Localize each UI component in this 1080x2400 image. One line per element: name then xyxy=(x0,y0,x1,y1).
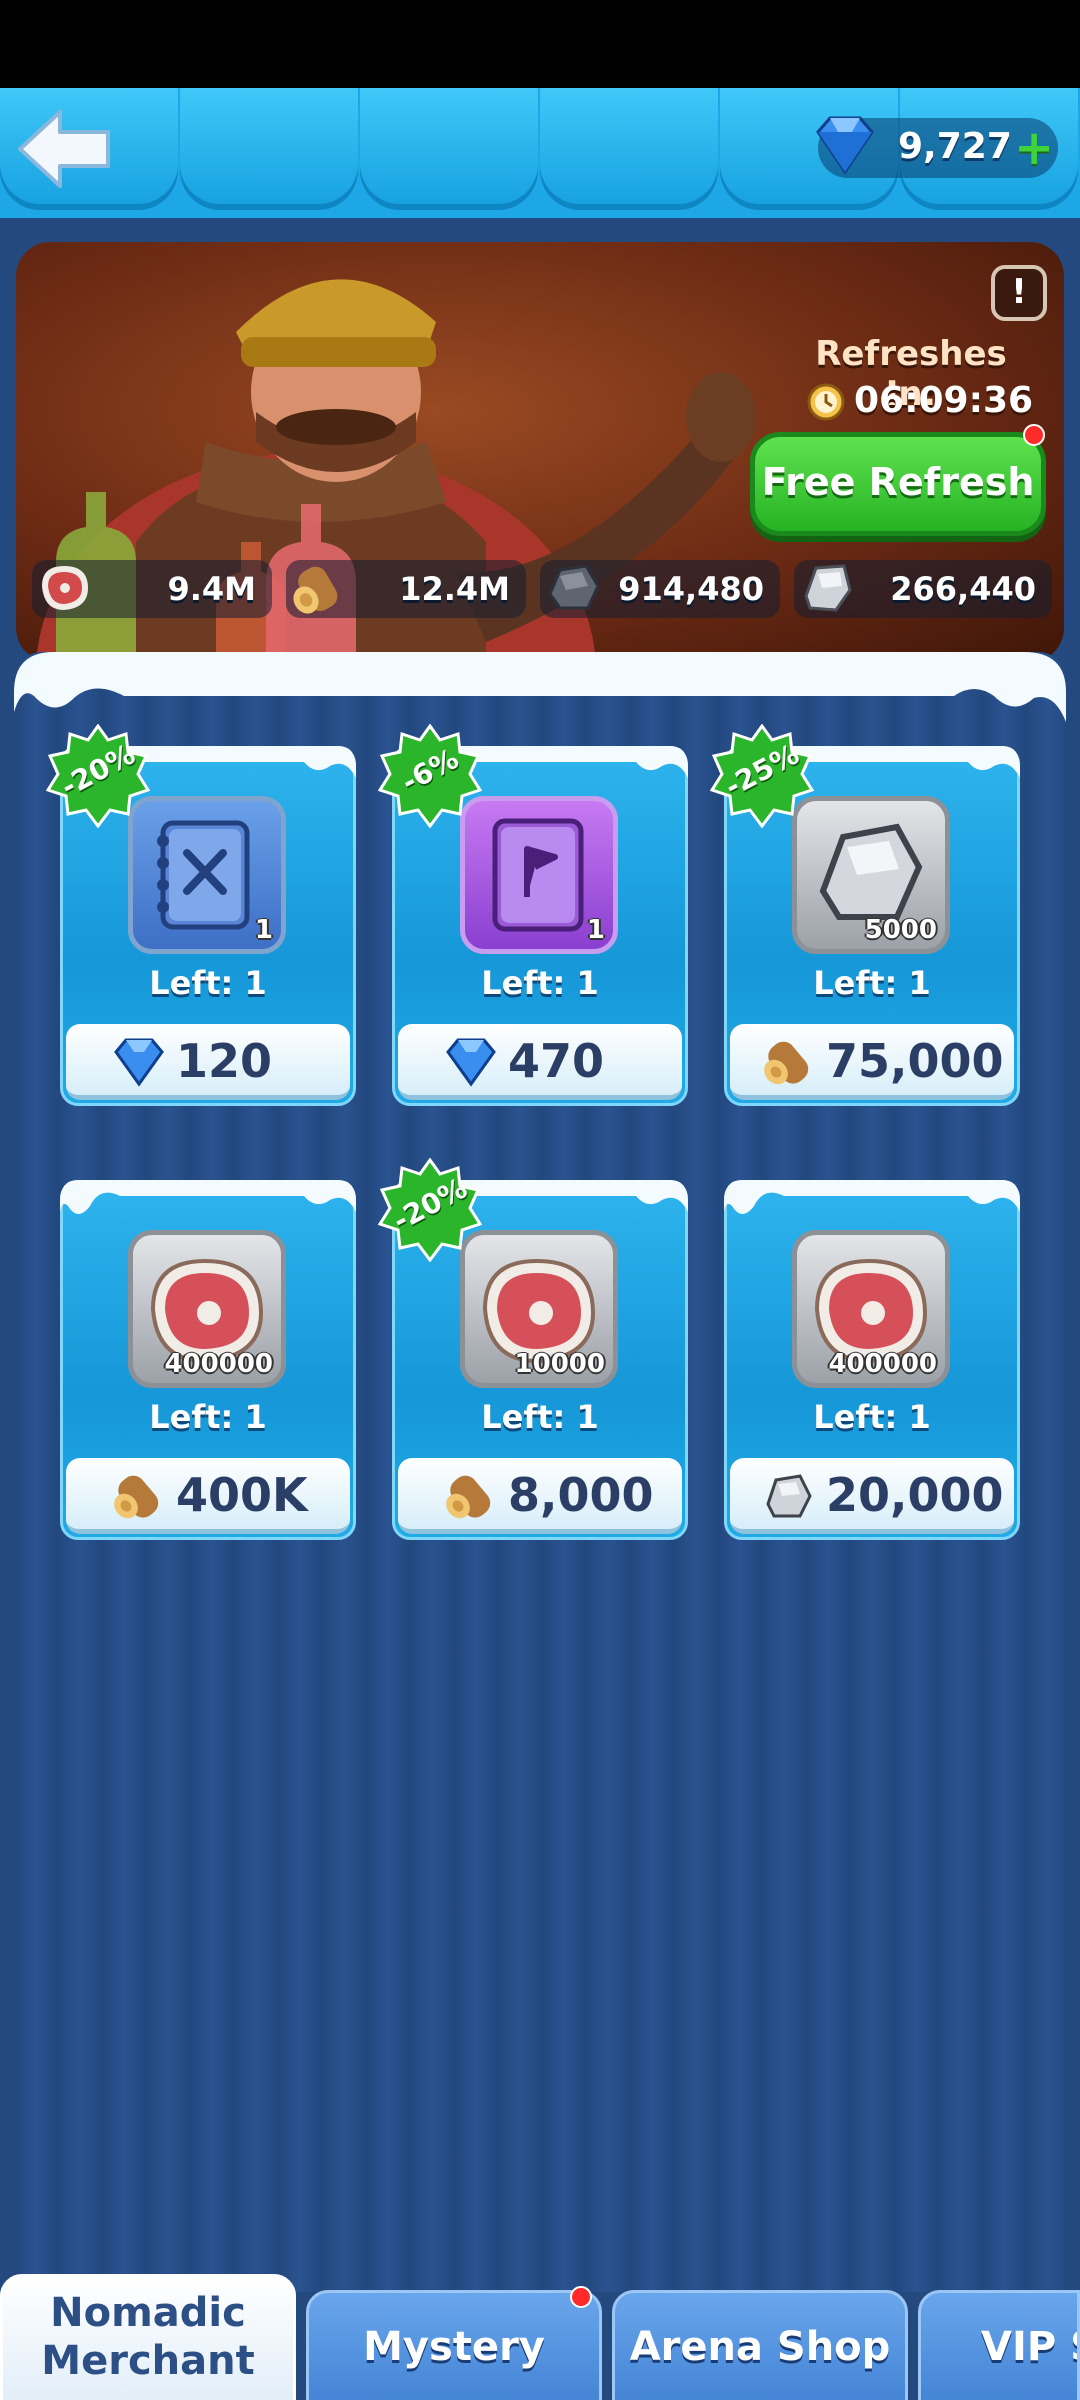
tab-arena-shop[interactable]: Arena Shop xyxy=(612,2290,908,2400)
shop-tabs: Nomadic Merchant Mystery Shop Arena Shop… xyxy=(0,2270,1080,2400)
item-quantity: 400000 xyxy=(164,1349,273,1379)
resource-value: 914,480 xyxy=(618,570,764,608)
wood-log-icon xyxy=(764,1041,809,1085)
resource-value: 266,440 xyxy=(890,570,1036,608)
item-frame: 1 xyxy=(128,796,286,954)
stock-left: Left: 1 xyxy=(813,1398,931,1436)
resource-wood: 12.4M xyxy=(286,560,526,618)
ore-icon xyxy=(548,564,600,610)
snow-decoration xyxy=(14,652,1066,722)
resource-value: 12.4M xyxy=(399,570,510,608)
tab-mystery-shop[interactable]: Mystery Shop xyxy=(306,2290,602,2400)
notification-dot xyxy=(570,2286,592,2308)
shop-item-card[interactable]: 1 Left: 1 470 -6% xyxy=(378,724,688,1106)
item-quantity: 5000 xyxy=(864,915,937,945)
buy-button[interactable]: 20,000 xyxy=(730,1458,1014,1534)
item-quantity: 400000 xyxy=(828,1349,937,1379)
notification-dot xyxy=(1023,424,1045,446)
info-button[interactable]: ! xyxy=(991,265,1047,321)
top-tab xyxy=(180,88,358,210)
wood-log-icon xyxy=(114,1475,159,1519)
resource-row: 9.4M 12.4M 914,480 266,440 xyxy=(32,560,1052,626)
shop-item-card[interactable]: 10000 Left: 1 8,000 -20% xyxy=(378,1158,688,1540)
merchant-banner: ! Refreshes In: 06:09:36 Free Refresh 9.… xyxy=(16,242,1064,662)
top-bar: 9,727 + xyxy=(0,88,1080,218)
discount-badge: -20% xyxy=(378,1158,482,1262)
buy-button[interactable]: 75,000 xyxy=(730,1024,1014,1100)
stock-left: Left: 1 xyxy=(481,1398,599,1436)
resource-meat: 9.4M xyxy=(32,560,272,618)
shop-item-card[interactable]: 400000 Left: 1 400K xyxy=(60,1172,356,1540)
shop-item-card[interactable]: 400000 Left: 1 20,000 xyxy=(724,1172,1020,1540)
wood-log-icon xyxy=(293,566,338,614)
iron-icon xyxy=(804,564,852,612)
item-frame: 400000 xyxy=(792,1230,950,1388)
tab-vip-shop[interactable]: VIP S xyxy=(918,2290,1080,2400)
clock-icon xyxy=(807,383,845,421)
shop-item-card[interactable]: 1 Left: 1 120 -20% xyxy=(46,724,356,1106)
tab-label: Arena Shop xyxy=(629,2324,891,2370)
snow-decoration xyxy=(724,1180,1020,1214)
status-bar xyxy=(0,0,1080,88)
meat-icon xyxy=(42,566,88,610)
stock-left: Left: 1 xyxy=(149,1398,267,1436)
tab-nomadic-merchant[interactable]: Nomadic Merchant xyxy=(0,2274,296,2400)
shop-grid: 1 Left: 1 120 -20% 1 Left: 1 470 -6% 500… xyxy=(14,652,1066,2292)
item-frame: 400000 xyxy=(128,1230,286,1388)
back-arrow-icon[interactable] xyxy=(14,104,114,194)
price-text: 75,000 xyxy=(826,1034,1004,1088)
timer-text: 06:09:36 xyxy=(854,380,1034,421)
price-text: 400K xyxy=(176,1468,308,1522)
shop-item-card[interactable]: 5000 Left: 1 75,000 -25% xyxy=(710,724,1020,1106)
buy-button[interactable]: 470 xyxy=(398,1024,682,1100)
item-quantity: 1 xyxy=(586,915,605,945)
discount-badge: -6% xyxy=(378,724,482,828)
add-gems-button[interactable]: + xyxy=(1014,120,1054,176)
gem-count: 9,727 xyxy=(898,126,1012,167)
price-text: 120 xyxy=(176,1034,273,1088)
buy-button[interactable]: 8,000 xyxy=(398,1458,682,1534)
price-text: 8,000 xyxy=(508,1468,654,1522)
item-frame: 5000 xyxy=(792,796,950,954)
stock-left: Left: 1 xyxy=(481,964,599,1002)
resource-value: 9.4M xyxy=(167,570,256,608)
gem-icon xyxy=(816,116,874,175)
stock-left: Left: 1 xyxy=(149,964,267,1002)
refresh-timer: 06:09:36 xyxy=(806,380,1046,426)
price-text: 470 xyxy=(508,1034,605,1088)
item-quantity: 1 xyxy=(254,915,273,945)
iron-icon xyxy=(766,1474,812,1518)
tab-label: Mystery Shop xyxy=(363,2324,545,2370)
resource-ore: 914,480 xyxy=(540,560,780,618)
resource-iron: 266,440 xyxy=(794,560,1052,618)
free-refresh-button[interactable]: Free Refresh xyxy=(750,432,1046,536)
top-tab xyxy=(540,88,718,210)
discount-badge: -25% xyxy=(710,724,814,828)
buy-button[interactable]: 400K xyxy=(66,1458,350,1534)
stock-left: Left: 1 xyxy=(813,964,931,1002)
buy-button[interactable]: 120 xyxy=(66,1024,350,1100)
price-text: 20,000 xyxy=(826,1468,1004,1522)
item-frame: 10000 xyxy=(460,1230,618,1388)
tab-label: VIP S xyxy=(981,2324,1077,2370)
gem-icon xyxy=(446,1038,496,1087)
snow-decoration xyxy=(60,1180,356,1214)
item-frame: 1 xyxy=(460,796,618,954)
top-tab xyxy=(360,88,538,210)
tab-label-line2: Merchant xyxy=(41,2338,255,2384)
gem-icon xyxy=(114,1038,164,1087)
wood-log-icon xyxy=(446,1475,491,1519)
item-quantity: 10000 xyxy=(514,1349,605,1379)
discount-badge: -20% xyxy=(46,724,150,828)
gem-balance: 9,727 + xyxy=(816,116,1058,178)
tab-label-line1: Nomadic xyxy=(50,2290,246,2336)
